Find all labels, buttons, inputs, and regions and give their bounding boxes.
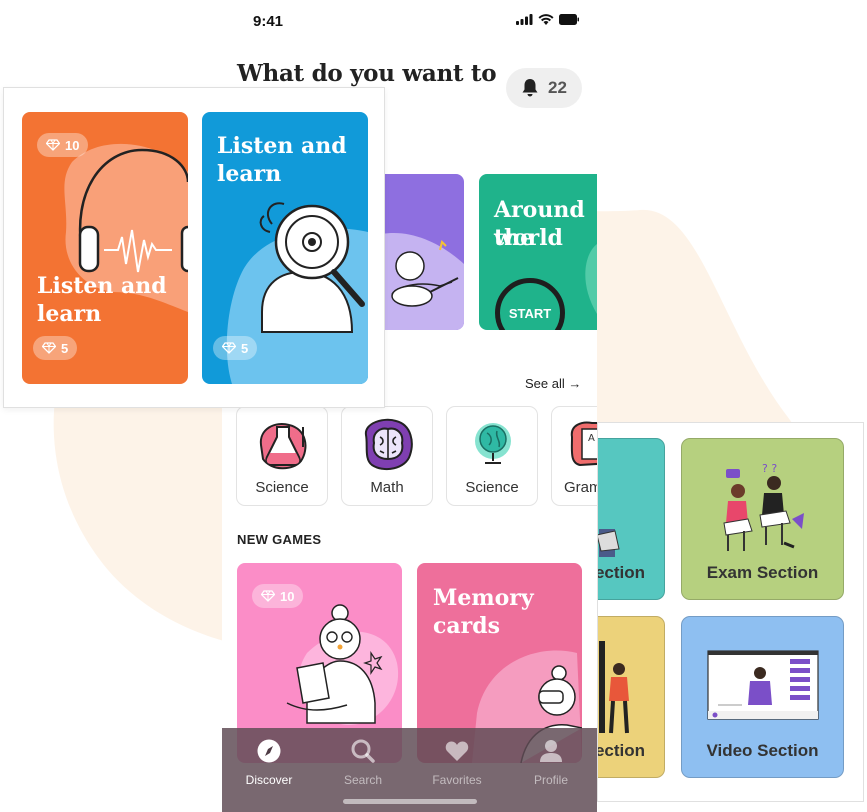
signal-icon [516, 14, 533, 25]
page-title: What do you want to [237, 60, 497, 87]
search-icon [351, 739, 375, 763]
grammar-icon: A [570, 421, 597, 467]
tab-label: Profile [533, 773, 568, 787]
globe-icon [475, 423, 511, 464]
gems-badge-bottom: 5 [213, 336, 258, 360]
diamond-icon [222, 342, 236, 354]
sections-zoom-panel: ection ? ? Exam Section ection Video Sec… [597, 422, 864, 802]
tab-favorites[interactable]: Favorites [417, 738, 497, 787]
gems-count: 5 [241, 340, 249, 356]
card-title-line2: learn [37, 301, 102, 327]
section-label: Exam Section [706, 563, 819, 582]
status-time: 9:41 [253, 13, 284, 30]
guitar-kid-illustration [382, 233, 464, 330]
featured-card-listen-orange[interactable]: 10 Listen and learn 5 [22, 112, 188, 384]
tab-discover[interactable]: Discover [229, 738, 309, 787]
notification-count: 22 [548, 78, 567, 97]
gems-badge-bottom: 5 [33, 336, 78, 360]
status-icons [516, 14, 579, 25]
start-button[interactable]: START [495, 278, 565, 330]
tab-label: Search [343, 773, 383, 787]
svg-text:? ?: ? ? [762, 462, 777, 475]
section-card-video[interactable]: Video Section [681, 616, 844, 778]
wifi-icon [538, 14, 554, 25]
featured-cards-zoom-panel: 10 Listen and learn 5 Listen and learn 5 [3, 87, 385, 408]
section-card-3[interactable]: ection [597, 616, 665, 778]
gems-count: 10 [65, 137, 80, 153]
category-label: Science [255, 479, 309, 496]
see-all-link[interactable]: See all → [525, 376, 581, 391]
featured-card-music[interactable] [382, 174, 464, 330]
category-math[interactable]: Math [341, 406, 433, 506]
bell-icon [522, 79, 538, 97]
notification-button[interactable]: 22 [506, 68, 582, 108]
category-label: Gram [564, 479, 597, 496]
diamond-icon [46, 139, 60, 151]
section-card-1[interactable]: ection [597, 438, 665, 600]
card-title-line1: Listen and [217, 133, 347, 159]
section-label: ection [597, 741, 645, 760]
featured-card-around-world[interactable]: Around the world START [479, 174, 597, 330]
heart-icon [445, 741, 469, 761]
category-science-2[interactable]: Science [446, 406, 538, 506]
category-label: Science [465, 479, 519, 496]
new-games-heading: NEW GAMES [237, 532, 322, 547]
brain-icon [364, 418, 413, 471]
section-label: ection [597, 563, 645, 582]
battery-icon [559, 14, 579, 25]
tab-profile[interactable]: Profile [511, 738, 591, 787]
gems-count: 5 [61, 340, 69, 356]
card-title-line2: learn [217, 161, 282, 187]
compass-icon [257, 739, 281, 763]
section-card-exam[interactable]: ? ? Exam Section [681, 438, 844, 600]
card-title-line2: world [494, 225, 563, 251]
tab-label: Discover [245, 773, 293, 787]
user-icon [540, 740, 562, 762]
flask-icon [259, 423, 307, 470]
category-label: Math [370, 479, 404, 496]
section-label: Video Section [706, 741, 819, 760]
home-indicator [343, 799, 477, 804]
category-grammar[interactable]: A Gram [551, 406, 597, 506]
bottom-tab-bar: Discover Search Favorites Profile [222, 728, 597, 812]
card-title-line1: Listen and [37, 273, 167, 299]
gems-badge-top: 10 [37, 133, 89, 157]
category-science[interactable]: Science [236, 406, 328, 506]
featured-card-listen-blue[interactable]: Listen and learn 5 [202, 112, 368, 384]
tab-label: Favorites [432, 773, 482, 787]
tab-search[interactable]: Search [323, 738, 403, 787]
svg-text:A: A [588, 433, 595, 444]
diamond-icon [42, 342, 56, 354]
